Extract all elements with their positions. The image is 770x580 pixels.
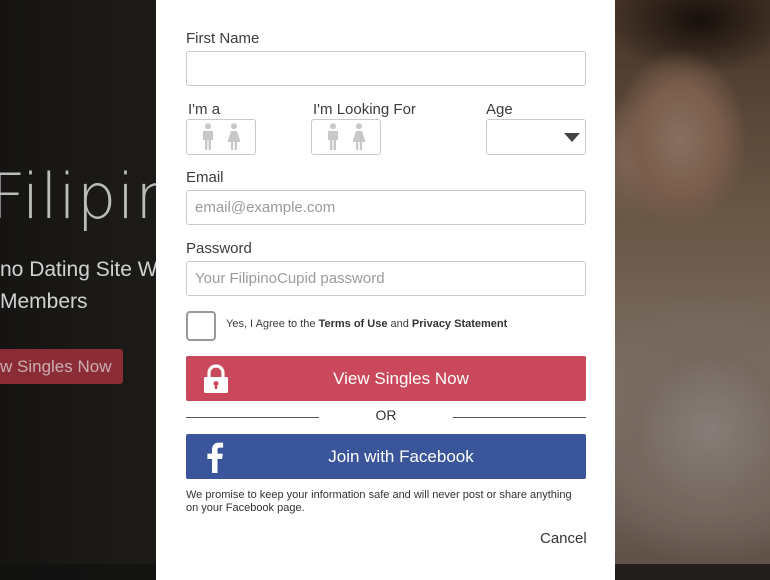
join-with-facebook-button[interactable]: Join with Facebook: [186, 434, 586, 479]
password-input[interactable]: [186, 261, 586, 296]
female-icon[interactable]: [349, 122, 369, 152]
looking-for-label: I'm Looking For: [313, 101, 416, 118]
agree-text: Yes, I Agree to the Terms of Use and Pri…: [226, 318, 508, 330]
or-divider-right: [453, 417, 586, 418]
chevron-down-icon: [564, 133, 580, 142]
privacy-promise-text: We promise to keep your information safe…: [186, 489, 572, 514]
or-divider-left: [186, 417, 319, 418]
facebook-label: Join with Facebook: [328, 447, 474, 466]
view-singles-label: View Singles Now: [333, 369, 469, 388]
cancel-button[interactable]: Cancel: [540, 530, 587, 547]
male-icon[interactable]: [323, 122, 343, 152]
hero-view-singles-button[interactable]: w Singles Now: [0, 349, 123, 384]
female-icon[interactable]: [224, 122, 244, 152]
age-select[interactable]: [486, 119, 586, 155]
hero-subtitle: no Dating Site W Members: [0, 258, 158, 313]
signup-modal: First Name I'm a I'm Looking For Age Ema…: [156, 0, 615, 580]
email-input[interactable]: [186, 190, 586, 225]
looking-for-gender-selector: [311, 119, 381, 155]
or-label: OR: [375, 407, 397, 423]
im-a-label: I'm a: [188, 101, 221, 118]
agree-checkbox[interactable]: [186, 311, 216, 341]
email-label: Email: [186, 169, 224, 186]
male-icon[interactable]: [198, 122, 218, 152]
age-label: Age: [486, 101, 513, 118]
password-label: Password: [186, 240, 252, 257]
first-name-input[interactable]: [186, 51, 586, 86]
first-name-label: First Name: [186, 30, 260, 47]
view-singles-button[interactable]: View Singles Now: [186, 356, 586, 401]
privacy-statement-link[interactable]: Privacy Statement: [412, 318, 507, 330]
terms-of-use-link[interactable]: Terms of Use: [319, 318, 388, 330]
im-a-gender-selector: [186, 119, 256, 155]
